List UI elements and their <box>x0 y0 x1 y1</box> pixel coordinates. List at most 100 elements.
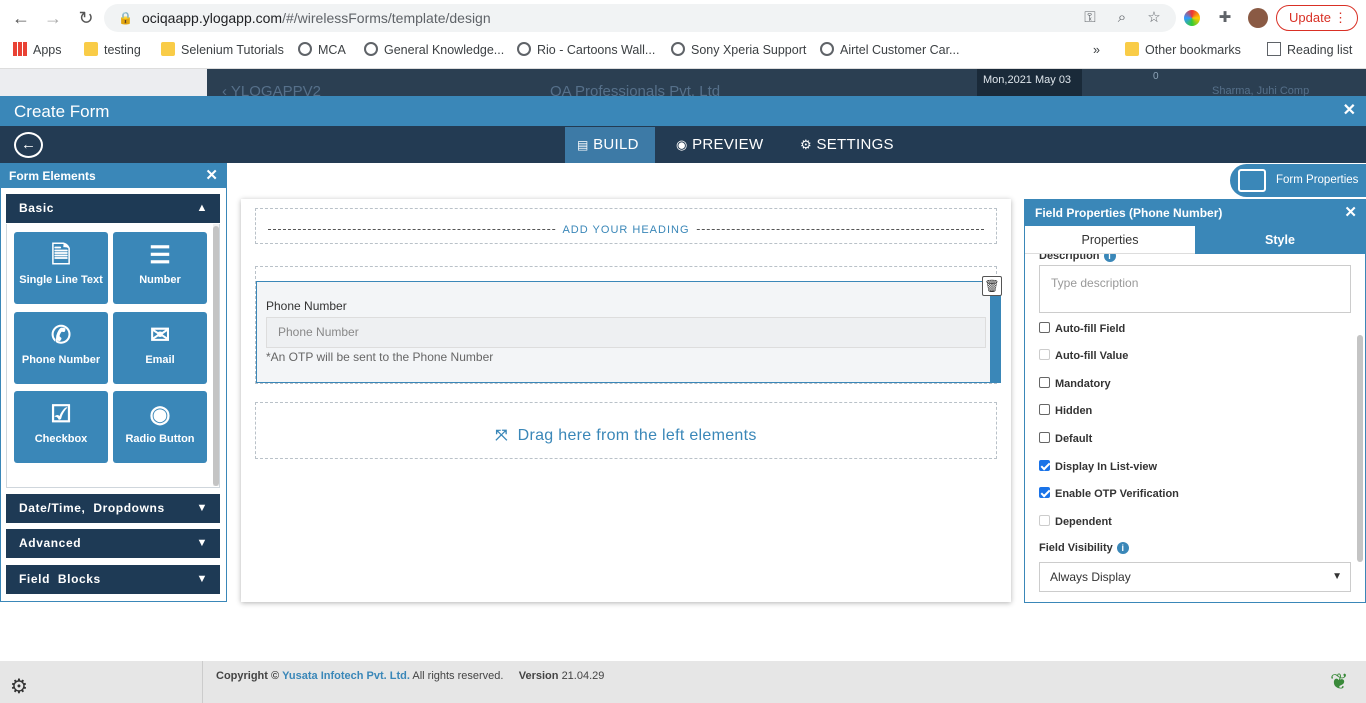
tile-radio-button[interactable]: ◉ Radio Button <box>113 391 207 463</box>
option-mandatory[interactable]: Mandatory <box>1039 376 1111 392</box>
bookmarks-bar: Apps testing Selenium Tutorials MCA Gene… <box>0 38 1366 62</box>
option-display-in-list-view[interactable]: Display In List-view <box>1039 459 1157 475</box>
version-number: 21.04.29 <box>561 670 605 682</box>
checkbox <box>1039 515 1050 526</box>
option-dependent: Dependent <box>1039 514 1112 530</box>
tab-build[interactable]: ▤ BUILD <box>565 127 655 163</box>
zoom-icon[interactable]: ⌕ <box>1112 8 1132 28</box>
numbered-list-icon: ☰ <box>149 242 171 269</box>
accordion-field-blocks[interactable]: Field Blocks ▼ <box>6 565 220 594</box>
phone-number-field[interactable]: Phone Number Phone Number *An OTP will b… <box>256 281 1001 383</box>
build-icon: ▤ <box>577 138 589 152</box>
description-textarea[interactable]: Type description <box>1039 265 1351 313</box>
info-icon[interactable]: i <box>1103 254 1116 262</box>
checkbox[interactable] <box>1039 322 1050 333</box>
accordion-datetime[interactable]: Date/Time, Dropdowns ▼ <box>6 494 220 523</box>
document-icon: 🗎 <box>51 242 71 269</box>
reload-icon[interactable]: ↻ <box>74 6 98 30</box>
update-button[interactable]: Update ⋮ <box>1276 5 1358 31</box>
bookmark-label: testing <box>104 43 141 57</box>
option-auto-fill-field[interactable]: Auto-fill Field <box>1039 321 1125 337</box>
tab-properties[interactable]: Properties <box>1025 226 1195 254</box>
kebab-menu-icon: ⋮ <box>1334 10 1347 25</box>
drop-zone[interactable]: ⤧ Drag here from the left elements <box>255 402 997 459</box>
radio-icon: ◉ <box>149 401 171 428</box>
form-properties-button[interactable]: Form Properties <box>1230 164 1366 197</box>
gear-icon[interactable]: ⚙ <box>10 674 28 699</box>
panel-title: Form Elements <box>9 169 96 183</box>
globe-icon <box>820 42 834 56</box>
form-elements-header: Form Elements ✕ <box>1 164 226 188</box>
close-icon[interactable]: ✕ <box>205 164 218 188</box>
field-properties-panel: Field Properties (Phone Number) ✕ Propert… <box>1024 199 1366 603</box>
tab-settings[interactable]: ⚙ SETTINGS <box>788 127 906 163</box>
option-default[interactable]: Default <box>1039 431 1092 447</box>
checkbox[interactable] <box>1039 377 1050 388</box>
option-label: Enable OTP Verification <box>1055 488 1179 500</box>
tab-style[interactable]: Style <box>1195 226 1365 254</box>
scrollbar[interactable] <box>1357 335 1363 562</box>
checkbox[interactable] <box>1039 404 1050 415</box>
profile-avatar[interactable] <box>1248 8 1268 28</box>
tile-number[interactable]: ☰ Number <box>113 232 207 304</box>
bookmark-rio[interactable]: Rio - Cartoons Wall... <box>517 38 655 62</box>
bookmark-apps[interactable]: Apps <box>13 38 62 62</box>
tile-email[interactable]: ✉ Email <box>113 312 207 384</box>
accordion-basic[interactable]: Basic ▲ <box>6 194 220 223</box>
form-heading-placeholder[interactable]: ADD YOUR HEADING <box>255 208 997 244</box>
accordion-advanced[interactable]: Advanced ▼ <box>6 529 220 558</box>
chevron-up-icon: ▲ <box>196 202 208 214</box>
bookmark-airtel[interactable]: Airtel Customer Car... <box>820 38 959 62</box>
trash-icon[interactable]: 🗑 <box>982 276 1002 296</box>
bookmark-selenium[interactable]: Selenium Tutorials <box>161 38 284 62</box>
star-icon[interactable]: ☆ <box>1144 8 1164 28</box>
bookmark-reading-list[interactable]: Reading list <box>1267 38 1352 62</box>
extension-color-icon[interactable] <box>1184 10 1200 26</box>
option-enable-otp[interactable]: Enable OTP Verification <box>1039 486 1179 502</box>
bookmarks-overflow[interactable]: » <box>1093 38 1100 62</box>
tile-label: Radio Button <box>125 433 195 445</box>
app-header: ‹ YLOGAPPV2 QA Professionals Pvt. Ltd Mo… <box>0 69 1366 100</box>
bookmark-testing[interactable]: testing <box>84 38 141 62</box>
address-bar[interactable]: 🔒 ociqaapp.ylogapp.com/#/wirelessForms/t… <box>104 4 1176 32</box>
tile-phone-number[interactable]: ✆ Phone Number <box>14 312 108 384</box>
field-visibility-select[interactable]: Always Display ▼ <box>1039 562 1351 592</box>
close-icon[interactable]: ✕ <box>1344 200 1357 226</box>
bookmark-other[interactable]: Other bookmarks <box>1125 38 1241 62</box>
globe-icon <box>517 42 531 56</box>
field-drag-handle[interactable] <box>990 282 1000 382</box>
option-label: Hidden <box>1055 405 1093 417</box>
bookmark-label: General Knowledge... <box>384 43 505 57</box>
modal-header: Create Form ✕ <box>0 96 1366 126</box>
header-date: Mon,2021 May 03 <box>977 69 1082 96</box>
app-logo <box>0 69 207 96</box>
tile-single-line-text[interactable]: 🗎 Single Line Text <box>14 232 108 304</box>
company-link[interactable]: Yusata Infotech Pvt. Ltd. <box>282 670 410 682</box>
scrollbar-thumb[interactable] <box>213 226 219 486</box>
tile-checkbox[interactable]: ☑ Checkbox <box>14 391 108 463</box>
url-path: /#/wirelessForms/template/design <box>282 10 491 26</box>
back-arrow-icon[interactable]: ← <box>9 6 33 30</box>
checkbox-checked[interactable] <box>1039 487 1050 498</box>
info-icon[interactable]: i <box>1116 542 1129 554</box>
bookmark-gk[interactable]: General Knowledge... <box>364 38 504 62</box>
forward-arrow-icon[interactable]: → <box>41 6 65 30</box>
scrollbar[interactable] <box>213 224 219 486</box>
checkbox[interactable] <box>1039 432 1050 443</box>
phone-icon: ✆ <box>50 322 72 349</box>
tab-preview[interactable]: ◉ PREVIEW <box>664 127 775 163</box>
checkbox-checked[interactable] <box>1039 460 1050 471</box>
properties-body: Description i Type description Auto-fill … <box>1025 254 1365 602</box>
field-visibility-label: Field Visibility i <box>1039 542 1129 554</box>
field-label: Phone Number <box>266 299 347 313</box>
key-icon[interactable]: ⚿ <box>1080 8 1100 28</box>
phone-number-input[interactable]: Phone Number <box>266 317 986 348</box>
tab-label: PREVIEW <box>692 136 764 153</box>
bookmark-sony[interactable]: Sony Xperia Support <box>671 38 806 62</box>
puzzle-icon[interactable]: ✚ <box>1215 8 1235 28</box>
back-button[interactable]: ← <box>14 132 43 158</box>
bookmark-mca[interactable]: MCA <box>298 38 346 62</box>
close-icon[interactable]: ✕ <box>1343 100 1356 120</box>
option-hidden[interactable]: Hidden <box>1039 403 1092 419</box>
chevron-down-icon: ▼ <box>196 502 208 514</box>
